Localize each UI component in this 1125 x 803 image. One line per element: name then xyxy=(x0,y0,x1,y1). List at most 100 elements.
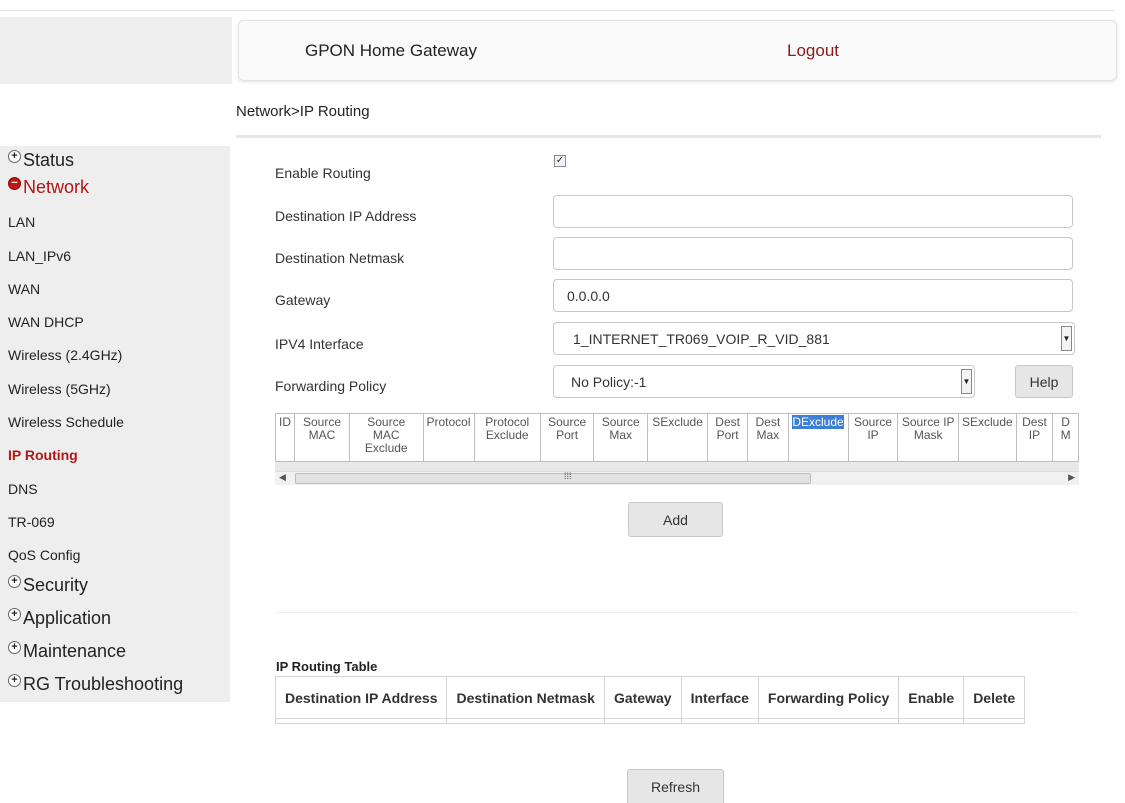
ipv4-interface-label: IPV4 Interface xyxy=(275,336,364,352)
sidebar-item-ip-routing[interactable]: IP Routing xyxy=(8,447,78,463)
col-gateway: Gateway xyxy=(603,676,682,719)
policy-col-source-mac: Source MAC xyxy=(293,413,351,462)
dest-ip-input[interactable] xyxy=(553,195,1073,228)
forwarding-policy-value: No Policy:-1 xyxy=(571,373,647,390)
sidebar-item-maintenance[interactable]: + Maintenance xyxy=(8,641,126,662)
policy-grid-scrollbar[interactable]: ◀ ⁞⁞⁞ ▶ xyxy=(275,471,1079,485)
routing-table-title: IP Routing Table xyxy=(276,659,378,674)
page-header: GPON Home Gateway Logout xyxy=(238,20,1117,81)
dest-netmask-input[interactable] xyxy=(553,237,1073,270)
add-button[interactable]: Add xyxy=(628,502,723,537)
col-delete: Delete xyxy=(963,676,1026,719)
sidebar-item-status[interactable]: + Status xyxy=(8,150,74,171)
dest-ip-label: Destination IP Address xyxy=(275,208,417,224)
policy-col-source-port: Source Port xyxy=(539,413,595,462)
section-divider xyxy=(275,612,1078,613)
routing-table-empty-row xyxy=(274,718,1026,724)
policy-grid-header-row: ID Source MAC Source MAC Exclude Protoco… xyxy=(275,413,1079,462)
plus-icon: + xyxy=(8,674,21,687)
empty-cell xyxy=(274,718,448,724)
policy-col-dest-port: Dest Port xyxy=(707,413,749,462)
gateway-label: Gateway xyxy=(275,292,331,308)
empty-cell xyxy=(680,718,759,724)
dropdown-arrow-icon: ▼ xyxy=(1061,326,1072,351)
empty-cell xyxy=(757,718,900,724)
sidebar-item-label: Status xyxy=(23,150,75,170)
empty-cell xyxy=(446,718,605,724)
policy-col-source-ip: Source IP xyxy=(847,413,899,462)
app-title: GPON Home Gateway xyxy=(305,41,477,60)
help-button[interactable]: Help xyxy=(1015,365,1073,398)
enable-routing-label: Enable Routing xyxy=(275,165,371,181)
policy-col-protocol: Protocol xyxy=(422,413,475,462)
sidebar-item-network[interactable]: − Network xyxy=(8,177,89,198)
policy-grid[interactable]: ID Source MAC Source MAC Exclude Protoco… xyxy=(275,413,1079,471)
plus-icon: + xyxy=(8,150,21,163)
policy-col-source-ip-mask: Source IP Mask xyxy=(897,413,959,462)
policy-col-protocol-exclude: Protocol Exclude xyxy=(473,413,541,462)
policy-grid-table: ID Source MAC Source MAC Exclude Protoco… xyxy=(275,413,1079,462)
sidebar-item-wan-dhcp[interactable]: WAN DHCP xyxy=(8,314,84,330)
scrollbar-thumb[interactable]: ⁞⁞⁞ xyxy=(295,471,811,484)
logo-area xyxy=(0,17,232,84)
policy-col-dexclude-label: DExclude xyxy=(792,415,844,429)
routing-table: Destination IP Address Destination Netma… xyxy=(274,676,1026,724)
empty-cell xyxy=(963,718,1026,724)
breadcrumb: Network>IP Routing xyxy=(236,103,370,120)
policy-col-sexclude-2: SExclude xyxy=(957,413,1017,462)
sidebar-item-lan[interactable]: LAN xyxy=(8,214,35,230)
forwarding-policy-label: Forwarding Policy xyxy=(275,378,387,394)
sidebar-item-label: Security xyxy=(23,575,89,595)
sidebar-item-lan-ipv6[interactable]: LAN_IPv6 xyxy=(8,248,71,264)
policy-col-dest-mask: D M xyxy=(1052,413,1079,462)
col-forwarding-policy: Forwarding Policy xyxy=(757,676,900,719)
refresh-button[interactable]: Refresh xyxy=(627,769,724,803)
sidebar-item-wireless-24[interactable]: Wireless (2.4GHz) xyxy=(8,347,122,363)
policy-col-sexclude: SExclude xyxy=(647,413,709,462)
col-enable: Enable xyxy=(898,676,965,719)
empty-cell xyxy=(898,718,965,724)
plus-icon: + xyxy=(8,575,21,588)
minus-icon: − xyxy=(8,177,21,190)
sidebar-item-application[interactable]: + Application xyxy=(8,608,111,629)
plus-icon: + xyxy=(8,641,21,654)
breadcrumb-divider xyxy=(236,135,1101,138)
gateway-value: 0.0.0.0 xyxy=(567,287,610,304)
scroll-left-icon[interactable]: ◀ xyxy=(279,472,286,483)
sidebar-item-label: Application xyxy=(23,608,112,628)
policy-col-dest-max: Dest Max xyxy=(747,413,789,462)
logout-link[interactable]: Logout xyxy=(787,41,839,61)
policy-col-dexclude: DExclude xyxy=(787,413,849,462)
top-divider xyxy=(0,10,1115,11)
routing-table-header-row: Destination IP Address Destination Netma… xyxy=(274,676,1026,719)
empty-cell xyxy=(603,718,682,724)
sidebar-item-label: Maintenance xyxy=(23,641,127,661)
sidebar-item-rg-troubleshooting[interactable]: + RG Troubleshooting xyxy=(8,674,183,695)
sidebar: + Status − Network LAN LAN_IPv6 WAN WAN … xyxy=(0,146,230,702)
plus-icon: + xyxy=(8,608,21,621)
sidebar-item-qos-config[interactable]: QoS Config xyxy=(8,547,80,563)
policy-col-id: ID xyxy=(275,413,295,462)
policy-col-source-mac-exclude: Source MAC Exclude xyxy=(349,413,424,462)
sidebar-item-tr069[interactable]: TR-069 xyxy=(8,514,55,530)
policy-col-source-max: Source Max xyxy=(593,413,649,462)
gateway-input[interactable]: 0.0.0.0 xyxy=(553,279,1073,312)
dropdown-arrow-icon: ▼ xyxy=(961,369,972,394)
sidebar-item-label: RG Troubleshooting xyxy=(23,674,184,694)
ipv4-interface-select[interactable]: 1_INTERNET_TR069_VOIP_R_VID_881 ▼ xyxy=(553,322,1075,355)
sidebar-item-wireless-5[interactable]: Wireless (5GHz) xyxy=(8,381,111,397)
col-interface: Interface xyxy=(680,676,759,719)
forwarding-policy-select[interactable]: No Policy:-1 ▼ xyxy=(553,365,975,398)
col-destination-ip: Destination IP Address xyxy=(274,676,448,719)
dest-netmask-label: Destination Netmask xyxy=(275,250,405,266)
col-destination-netmask: Destination Netmask xyxy=(446,676,605,719)
sidebar-item-wireless-schedule[interactable]: Wireless Schedule xyxy=(8,414,124,430)
sidebar-item-dns[interactable]: DNS xyxy=(8,481,38,497)
sidebar-item-wan[interactable]: WAN xyxy=(8,281,40,297)
scroll-right-icon[interactable]: ▶ xyxy=(1068,472,1075,483)
enable-routing-checkbox[interactable]: ✓ xyxy=(554,155,566,167)
sidebar-item-label: Network xyxy=(23,177,90,197)
sidebar-item-security[interactable]: + Security xyxy=(8,575,88,596)
policy-col-dest-ip: Dest IP xyxy=(1015,413,1054,462)
scrollbar-grip-icon: ⁞⁞⁞ xyxy=(564,471,572,481)
